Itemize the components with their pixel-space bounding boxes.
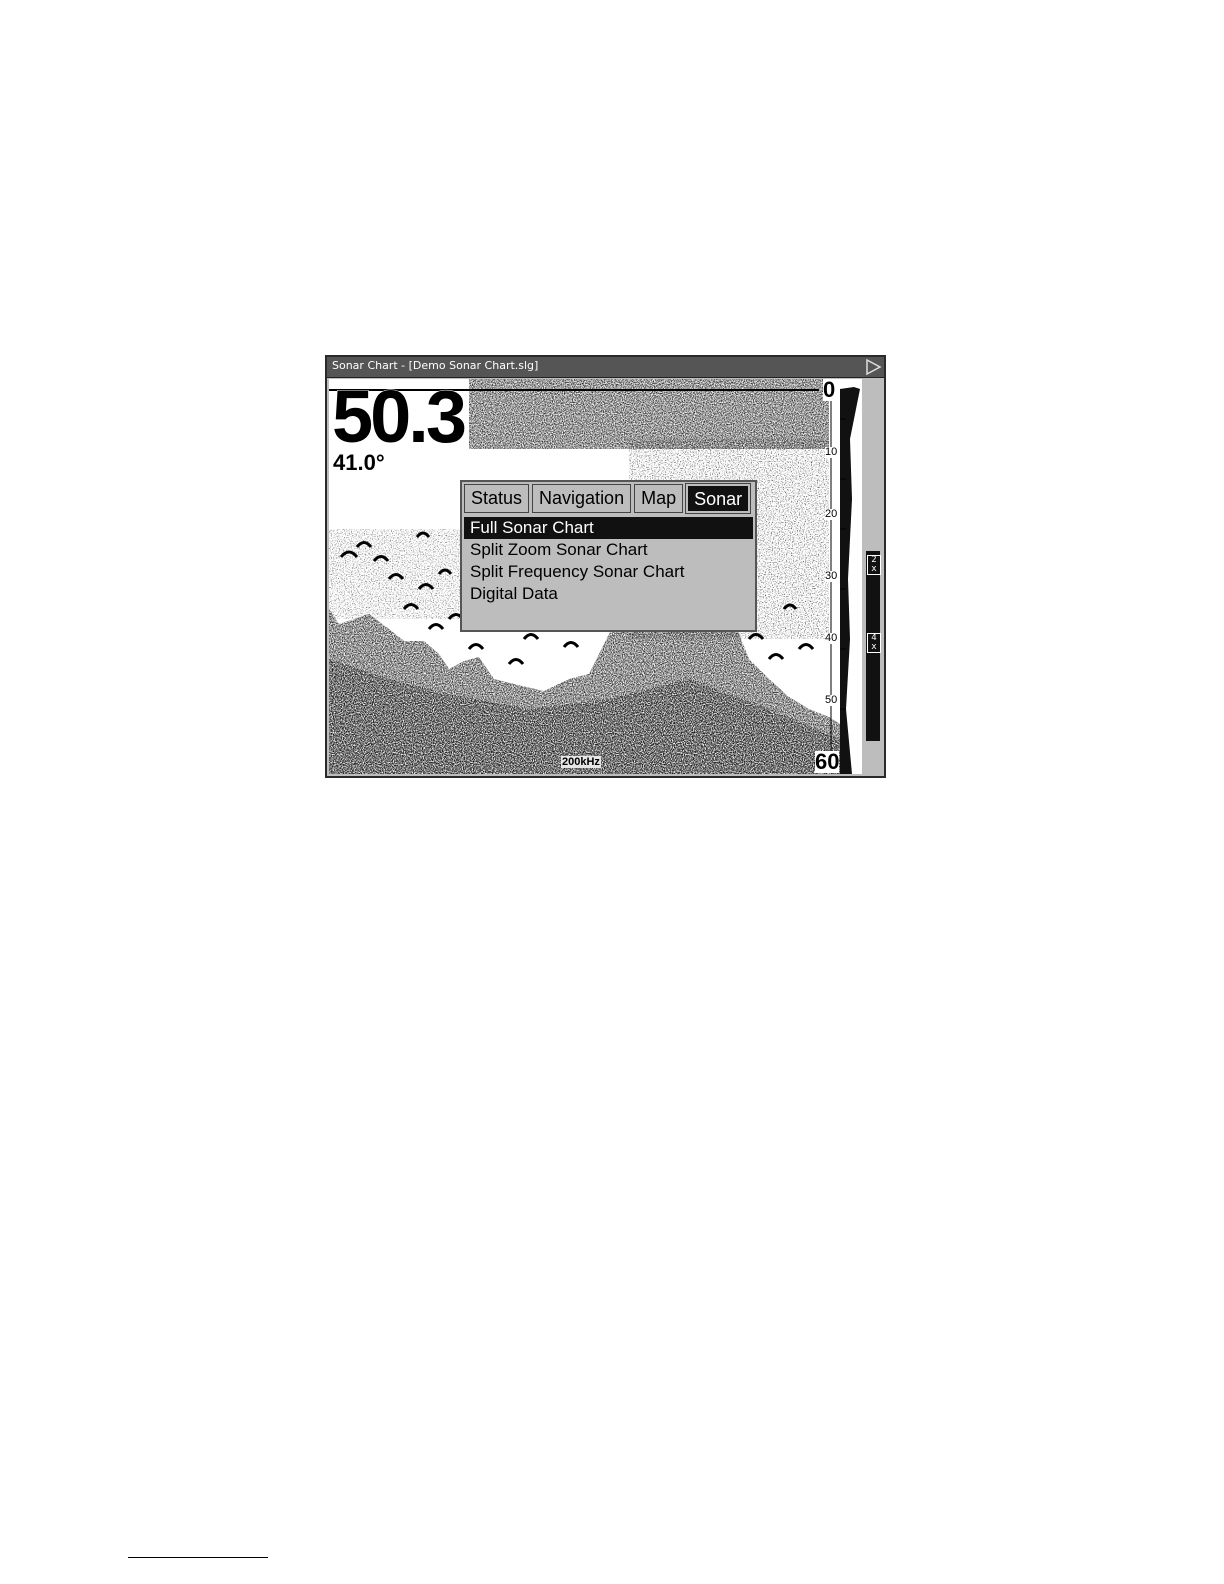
depth-readout: 50.3: [331, 375, 467, 458]
depth-tick-label: 40: [825, 632, 838, 644]
menu-item-split-frequency-sonar-chart[interactable]: Split Frequency Sonar Chart: [464, 561, 753, 583]
zoom-4x-label[interactable]: 4 x: [867, 633, 881, 653]
depth-tick-label: 10: [825, 446, 838, 458]
depth-tick-label: 20: [825, 508, 838, 520]
scope-graph: [840, 387, 860, 774]
tab-navigation[interactable]: Navigation: [532, 484, 632, 513]
zoom-track: 2 x 4 x: [866, 551, 881, 741]
menu-item-digital-data[interactable]: Digital Data: [464, 583, 753, 605]
menu-item-split-zoom-sonar-chart[interactable]: Split Zoom Sonar Chart: [464, 539, 753, 561]
zoom-2x-label[interactable]: 2 x: [867, 555, 881, 575]
zoom-bar[interactable]: 2 x 4 x: [864, 379, 882, 774]
depth-scale-bottom: 60: [815, 749, 840, 774]
frequency-label: 200kHz: [561, 756, 601, 768]
menu-list: Full Sonar Chart Split Zoom Sonar Chart …: [464, 517, 753, 605]
menu-item-full-sonar-chart[interactable]: Full Sonar Chart: [464, 517, 753, 539]
play-arrow-icon[interactable]: [864, 358, 882, 376]
tab-map[interactable]: Map: [634, 484, 684, 513]
page-menu: Status Navigation Map Sonar Full Sonar C…: [460, 480, 757, 632]
tab-sonar[interactable]: Sonar: [685, 483, 752, 514]
tab-status[interactable]: Status: [464, 484, 530, 513]
menu-tabs: Status Navigation Map Sonar: [464, 483, 753, 514]
temperature-readout: 41.0°: [333, 450, 385, 475]
sonar-window: Sonar Chart - [Demo Sonar Chart.slg] 50.…: [325, 355, 886, 778]
window-title: Sonar Chart - [Demo Sonar Chart.slg]: [332, 359, 539, 372]
depth-tick-label: 50: [825, 694, 838, 706]
footnote-rule: [128, 1557, 268, 1558]
amplitude-scope: [840, 379, 862, 774]
sonar-chart[interactable]: 50.3 41.0° 200kHz 0 10 20 30 40 50 60 St…: [329, 379, 840, 774]
depth-scale-top: 0: [823, 377, 836, 402]
depth-tick-label: 30: [825, 570, 838, 582]
